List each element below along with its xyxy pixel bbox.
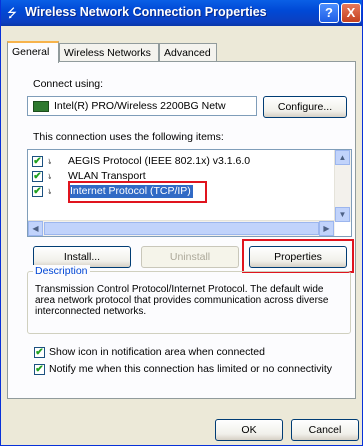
checkbox-wlan[interactable]: ✔ bbox=[32, 171, 43, 182]
list-item-aegis[interactable]: ✔ ⭏ AEGIS Protocol (IEEE 802.1x) v3.1.6.… bbox=[32, 155, 332, 169]
adapter-field: Intel(R) PRO/Wireless 2200BG Netw bbox=[27, 96, 257, 116]
description-text: Transmission Control Protocol/Internet P… bbox=[35, 284, 329, 317]
vertical-scrollbar[interactable]: ▲ ▼ bbox=[334, 150, 351, 222]
scroll-up-icon[interactable]: ▲ bbox=[335, 150, 350, 165]
protocol-icon: ⭏ bbox=[48, 171, 52, 182]
show-icon-checkbox[interactable]: ✔ bbox=[34, 347, 45, 358]
properties-dialog: ⭍ Wireless Network Connection Properties… bbox=[0, 0, 363, 446]
items-label: This connection uses the following items… bbox=[33, 131, 224, 143]
window-title: Wireless Network Connection Properties bbox=[25, 5, 267, 19]
protocol-icon: ⭏ bbox=[48, 186, 52, 197]
cancel-button[interactable]: Cancel bbox=[291, 419, 359, 441]
configure-button[interactable]: Configure... bbox=[263, 96, 347, 118]
tab-general[interactable]: General bbox=[7, 41, 59, 63]
adapter-name: Intel(R) PRO/Wireless 2200BG Netw bbox=[54, 100, 226, 112]
network-connection-icon: ⭍ bbox=[7, 6, 17, 20]
title-bar[interactable]: ⭍ Wireless Network Connection Properties… bbox=[1, 0, 362, 26]
protocol-icon: ⭏ bbox=[48, 156, 52, 167]
network-adapter-icon bbox=[33, 101, 49, 112]
checkbox-aegis[interactable]: ✔ bbox=[32, 156, 43, 167]
uninstall-button[interactable]: Uninstall bbox=[141, 246, 239, 268]
tab-advanced[interactable]: Advanced bbox=[159, 43, 217, 61]
help-button[interactable]: ? bbox=[319, 3, 339, 23]
scroll-thumb[interactable] bbox=[44, 222, 319, 235]
item-label: AEGIS Protocol (IEEE 802.1x) v3.1.6.0 bbox=[68, 155, 251, 167]
tab-wireless-networks[interactable]: Wireless Networks bbox=[59, 43, 159, 61]
show-icon-label: Show icon in notification area when conn… bbox=[49, 346, 265, 358]
properties-highlight-box bbox=[242, 239, 354, 273]
notify-label: Notify me when this connection has limit… bbox=[49, 363, 333, 375]
notify-checkbox[interactable]: ✔ bbox=[34, 364, 45, 375]
connect-using-label: Connect using: bbox=[33, 78, 104, 90]
description-title: Description bbox=[33, 265, 90, 277]
checkbox-tcpip[interactable]: ✔ bbox=[32, 186, 43, 197]
scroll-left-icon[interactable]: ◀ bbox=[28, 221, 43, 236]
ok-button[interactable]: OK bbox=[215, 419, 283, 441]
scroll-down-icon[interactable]: ▼ bbox=[335, 207, 350, 222]
scroll-right-icon[interactable]: ▶ bbox=[319, 221, 334, 236]
horizontal-scrollbar[interactable]: ◀ ▶ bbox=[28, 220, 335, 236]
close-button[interactable]: X bbox=[341, 3, 361, 23]
tcpip-highlight-box bbox=[68, 181, 207, 203]
